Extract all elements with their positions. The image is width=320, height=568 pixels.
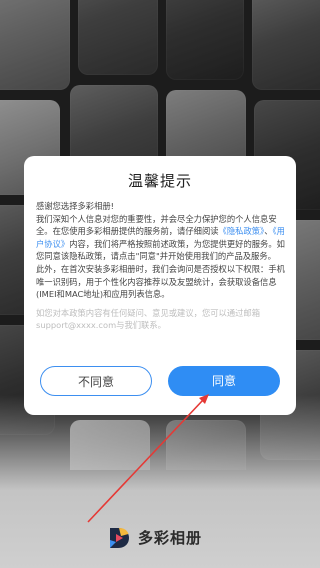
brand-name: 多彩相册 <box>138 529 203 547</box>
privacy-policy-link[interactable]: 《隐私政策》 <box>219 226 265 236</box>
disagree-button[interactable]: 不同意 <box>40 366 152 396</box>
dialog-body[interactable]: 感谢您选择多彩相册! 我们深知个人信息对您的重要性，并会尽全力保护您的个人信息安… <box>36 200 286 360</box>
scroll-fade <box>36 334 286 360</box>
privacy-dialog: 温馨提示 感谢您选择多彩相册! 我们深知个人信息对您的重要性，并会尽全力保护您的… <box>24 156 296 415</box>
app-logo-icon <box>110 528 129 548</box>
privacy-text-c: 内容，我们将严格按照前述政策，为您提供更好的服务。如您同意该隐私政策，请点击"同… <box>36 238 285 262</box>
agree-button[interactable]: 同意 <box>168 366 280 396</box>
privacy-text-b: 、 <box>264 226 273 237</box>
contact-paragraph: 如您对本政策内容有任何疑问、意见或建议，您可以通过邮箱support@xxxx.… <box>36 307 261 331</box>
permissions-paragraph: 此外，在首次安装多彩相册时，我们会询问是否授权以下权限：手机唯一识别码，用于个性… <box>36 263 285 300</box>
privacy-paragraph: 我们深知个人信息对您的重要性，并会尽全力保护您的个人信息安全。在您使用多彩相册提… <box>36 213 286 263</box>
dialog-title: 温馨提示 <box>127 172 192 190</box>
brand-footer: 多彩相册 <box>0 520 320 554</box>
greeting-text: 感谢您选择多彩相册! <box>36 201 114 211</box>
